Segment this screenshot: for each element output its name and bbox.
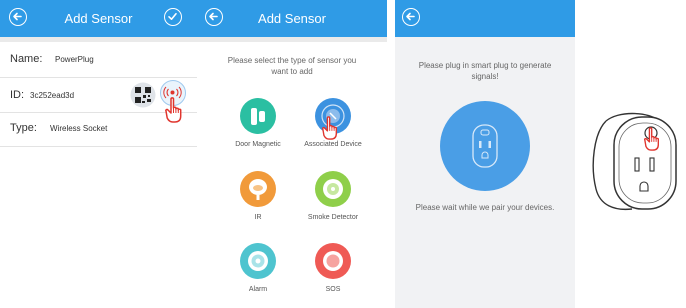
check-icon: [168, 13, 177, 20]
name-label: Name:: [10, 53, 43, 65]
sensor-label: SOS: [325, 286, 341, 293]
pairing-screen: Please plug in smart plug to generate si…: [395, 0, 575, 308]
smoke-detector-icon: [315, 171, 351, 207]
sensor-option-ir[interactable]: IR: [218, 171, 298, 221]
top-bar: [395, 0, 575, 37]
add-sensor-details-screen: Add Sensor Name: PowerPlug ID: 3c252ead3…: [0, 0, 197, 308]
sensor-label: Door Magnetic: [235, 141, 281, 148]
sensor-option-sos[interactable]: SOS: [293, 243, 373, 293]
plug-in-prompt: Please plug in smart plug to generate si…: [418, 61, 552, 81]
arrow-left-icon: [406, 12, 415, 21]
ir-icon: [240, 171, 276, 207]
sensor-label: Smoke Detector: [307, 214, 359, 221]
id-row: ID: 3c252ead3d: [0, 78, 197, 123]
header-divider: [197, 37, 387, 42]
confirm-button[interactable]: [164, 8, 182, 26]
smart-plug-icon: [472, 124, 498, 168]
sos-icon: [315, 243, 351, 279]
qr-code-icon[interactable]: [130, 82, 156, 108]
alarm-icon: [240, 243, 276, 279]
back-button[interactable]: [402, 8, 420, 26]
top-bar: Add Sensor: [0, 0, 197, 37]
sensor-option-associated-device[interactable]: Associated Device: [293, 98, 373, 148]
sensor-option-alarm[interactable]: Alarm: [218, 243, 298, 293]
select-sensor-type-screen: Add Sensor Please select the type of sen…: [197, 0, 387, 308]
type-label: Type:: [10, 122, 37, 134]
id-value: 3c252ead3d: [30, 91, 75, 100]
pairing-wait-text: Please wait while we pair your devices.: [415, 203, 555, 212]
name-value: PowerPlug: [55, 55, 94, 64]
pointing-hand-icon: [644, 127, 659, 151]
sensor-option-door-magnetic[interactable]: Door Magnetic: [218, 98, 298, 148]
pointing-hand-icon: [322, 116, 337, 140]
name-row[interactable]: Name: PowerPlug: [0, 44, 197, 78]
sensor-option-smoke-detector[interactable]: Smoke Detector: [293, 171, 373, 221]
sensor-label: Alarm: [248, 286, 268, 293]
type-value: Wireless Socket: [50, 124, 108, 133]
sensor-label: IR: [254, 214, 262, 221]
pairing-indicator: [440, 101, 530, 191]
sensor-type-prompt: Please select the type of sensor you wan…: [227, 56, 357, 76]
top-bar: Add Sensor: [197, 0, 387, 37]
type-row[interactable]: Type: Wireless Socket: [0, 113, 197, 147]
door-magnetic-icon: [240, 98, 276, 134]
id-label: ID:: [10, 89, 25, 101]
smart-plug-illustration: [592, 112, 677, 211]
page-title: Add Sensor: [258, 11, 326, 26]
header-divider: [0, 37, 197, 42]
